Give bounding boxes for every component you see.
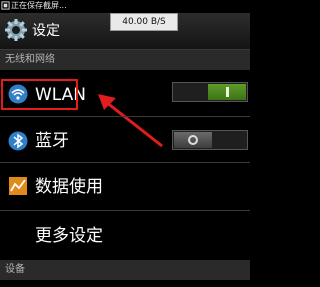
- gear-icon: [5, 19, 27, 41]
- more-settings-label: 更多设定: [35, 226, 103, 246]
- highlight-box: [1, 79, 78, 110]
- data-usage-icon: [9, 177, 27, 195]
- speed-badge: 40.00 B/S: [110, 13, 178, 31]
- bluetooth-icon: [8, 131, 28, 151]
- section-header-device: 设备: [0, 260, 250, 280]
- data-usage-label: 数据使用: [35, 177, 103, 197]
- toggle-off-mark: [188, 135, 198, 145]
- toggle-on-mark: [226, 87, 229, 97]
- screenshot-icon: [1, 1, 10, 10]
- page-title: 设定: [32, 23, 60, 39]
- section-header-wireless: 无线和网络: [0, 50, 250, 70]
- bluetooth-label: 蓝牙: [35, 131, 69, 151]
- status-text: 正在保存截屏...: [11, 1, 67, 10]
- status-bar: 正在保存截屏...: [0, 0, 250, 13]
